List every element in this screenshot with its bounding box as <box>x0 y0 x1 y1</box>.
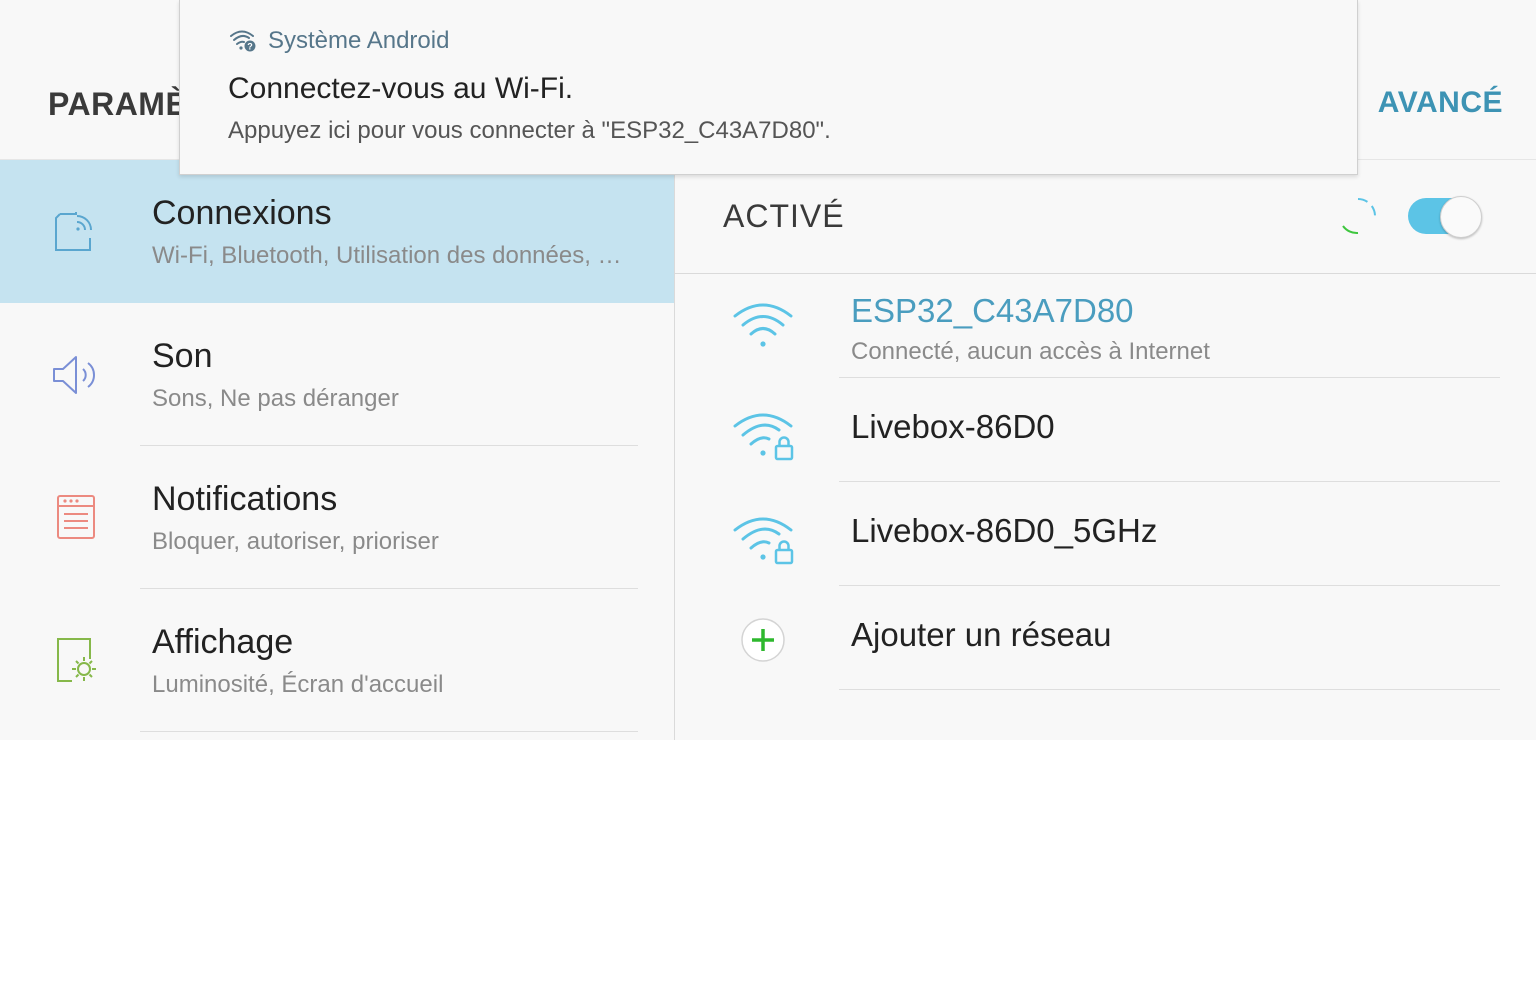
sidebar-item-display[interactable]: Affichage Luminosité, Écran d'accueil <box>0 589 674 732</box>
wifi-icon <box>733 303 793 347</box>
plus-icon <box>741 618 785 662</box>
add-network-item[interactable]: Ajouter un réseau <box>675 586 1536 690</box>
wifi-lock-icon <box>733 413 794 461</box>
network-name: ESP32_C43A7D80 <box>851 292 1134 329</box>
sidebar-item-title: Notifications <box>152 480 338 518</box>
sidebar-item-subtitle: Wi-Fi, Bluetooth, Utilisation des donnée… <box>152 242 632 269</box>
divider <box>839 689 1500 690</box>
wifi-toggle[interactable] <box>1408 196 1482 238</box>
wifi-question-icon: ? <box>230 30 256 52</box>
advanced-button[interactable]: AVANCÉ <box>1378 86 1503 120</box>
network-item-livebox-5ghz[interactable]: Livebox-86D0_5GHz <box>675 482 1536 586</box>
network-status: Connecté, aucun accès à Internet <box>851 338 1210 365</box>
settings-screen: PARAMÈTRES AVANCÉ Connexions Wi-Fi, Blue… <box>0 0 1536 740</box>
sidebar-item-title: Son <box>152 337 213 375</box>
divider <box>140 731 638 732</box>
notifications-icon <box>57 495 95 539</box>
notification-title: Connectez-vous au Wi-Fi. <box>228 72 574 105</box>
wifi-lock-icon <box>733 517 794 565</box>
sidebar-item-subtitle: Sons, Ne pas déranger <box>152 385 399 412</box>
wifi-master-switch-row[interactable]: ACTIVÉ <box>675 160 1536 274</box>
toggle-knob <box>1440 196 1482 238</box>
sidebar-item-title: Affichage <box>152 623 294 661</box>
settings-sidebar: Connexions Wi-Fi, Bluetooth, Utilisation… <box>0 160 675 740</box>
sidebar-item-sound[interactable]: Son Sons, Ne pas déranger <box>0 303 674 446</box>
network-name: Livebox-86D0_5GHz <box>851 512 1158 549</box>
display-icon <box>57 638 96 682</box>
loading-spinner-icon <box>1342 198 1376 235</box>
network-item-livebox[interactable]: Livebox-86D0 <box>675 378 1536 482</box>
sidebar-item-notifications[interactable]: Notifications Bloquer, autoriser, priori… <box>0 446 674 589</box>
connections-icon <box>55 212 92 251</box>
add-network-label: Ajouter un réseau <box>851 616 1112 653</box>
sidebar-item-subtitle: Luminosité, Écran d'accueil <box>152 671 444 698</box>
sidebar-item-connections[interactable]: Connexions Wi-Fi, Bluetooth, Utilisation… <box>0 160 674 303</box>
wifi-master-label: ACTIVÉ <box>723 198 845 234</box>
wifi-panel: ACTIVÉ ESP32_C43A7D80 Connecté, aucun ac… <box>675 160 1536 740</box>
speaker-icon <box>53 356 95 394</box>
sidebar-item-title: Connexions <box>152 194 332 232</box>
wifi-login-notification[interactable]: ? Système Android Connectez-vous au Wi-F… <box>179 0 1358 175</box>
network-item-esp32[interactable]: ESP32_C43A7D80 Connecté, aucun accès à I… <box>675 274 1536 378</box>
svg-text:?: ? <box>247 42 253 52</box>
notification-text: Appuyez ici pour vous connecter à "ESP32… <box>228 117 831 144</box>
network-name: Livebox-86D0 <box>851 408 1055 445</box>
notification-app-name: Système Android <box>268 27 450 54</box>
sidebar-item-subtitle: Bloquer, autoriser, prioriser <box>152 528 439 555</box>
